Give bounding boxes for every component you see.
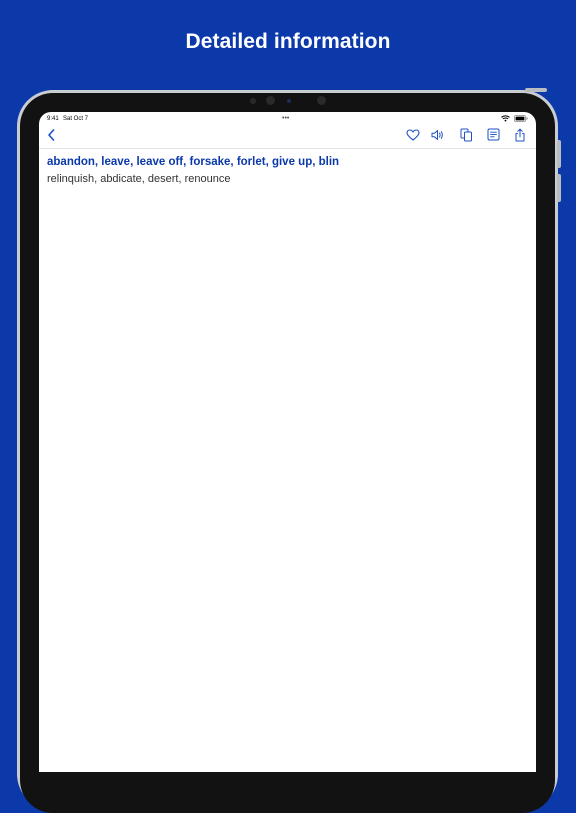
share-button[interactable] [512, 128, 528, 147]
wifi-icon [501, 115, 510, 124]
note-icon [487, 128, 500, 146]
entry-synonyms: relinquish, abdicate, desert, renounce [47, 173, 231, 185]
volume-up-button [557, 140, 561, 168]
status-time: 9:41 [47, 116, 59, 122]
camera-sensor [250, 98, 256, 104]
volume-down-button [557, 174, 561, 202]
entry-headword: abandon, leave, leave off, forsake, forl… [47, 156, 340, 168]
promo-title: Detailed information [185, 30, 391, 53]
back-chevron-icon [47, 128, 56, 146]
camera-lens [266, 96, 275, 105]
top-button [525, 88, 547, 92]
multitask-indicator[interactable]: ••• [282, 115, 289, 122]
status-date: Sat Oct 7 [63, 116, 89, 122]
camera-indicator [287, 99, 291, 103]
status-icons [501, 115, 528, 124]
camera-flash [317, 96, 326, 105]
favorite-button[interactable] [405, 129, 421, 145]
heart-icon [406, 128, 420, 146]
speaker-icon [431, 128, 445, 146]
battery-icon [514, 115, 528, 124]
status-bar: 9:41 Sat Oct 7 ••• [39, 112, 536, 126]
notes-button[interactable] [485, 128, 501, 146]
share-icon [514, 128, 526, 147]
navigation-bar [39, 126, 536, 149]
back-button[interactable] [43, 129, 59, 145]
app-screen: 9:41 Sat Oct 7 ••• abandon, leave, leave… [39, 112, 536, 772]
pronounce-button[interactable] [430, 129, 446, 145]
copy-icon [460, 128, 473, 147]
copy-button[interactable] [458, 128, 474, 147]
entry-content: abandon, leave, leave off, forsake, forl… [47, 156, 528, 185]
